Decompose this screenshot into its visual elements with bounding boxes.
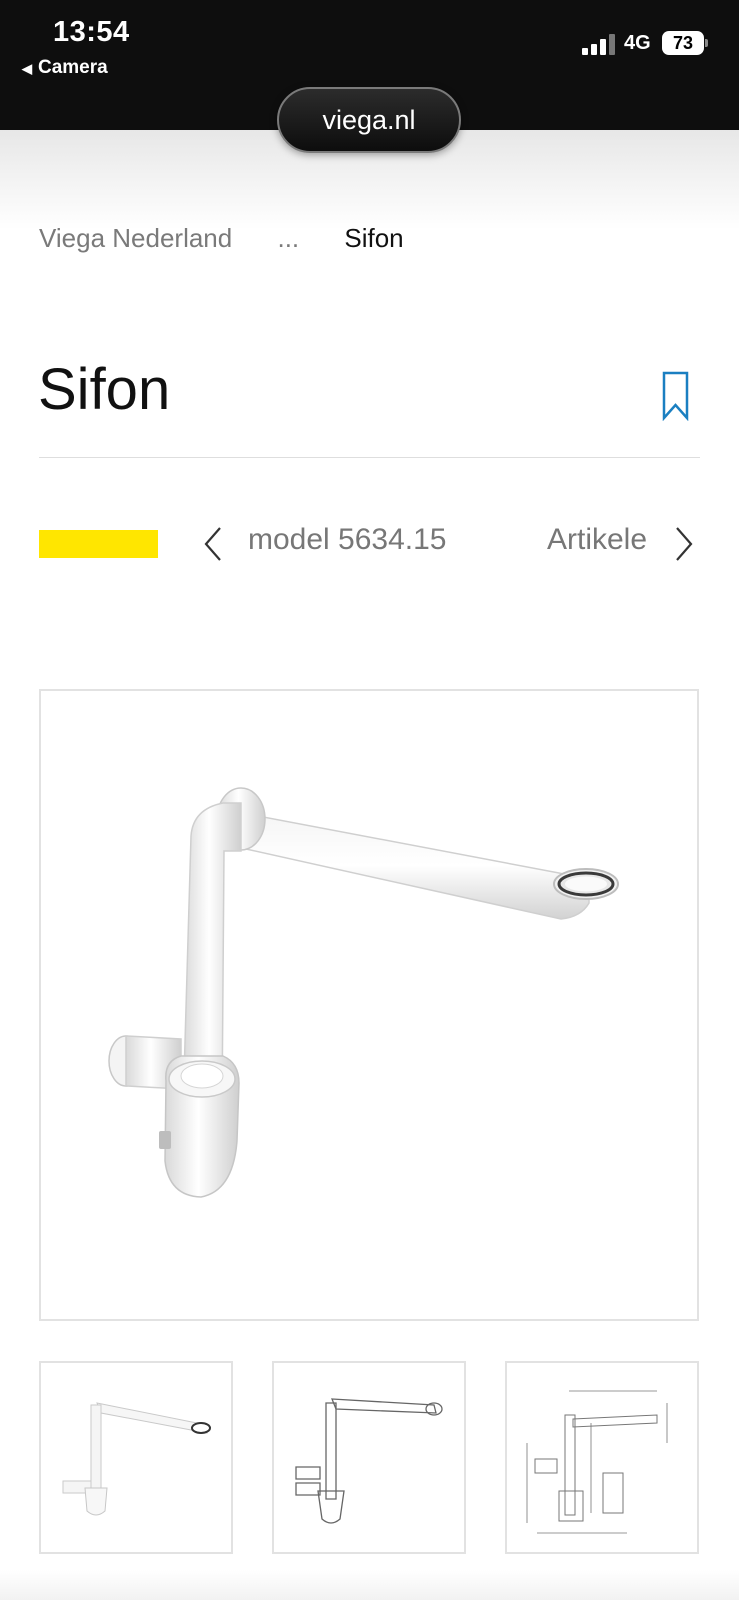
title-divider — [39, 457, 700, 458]
back-to-camera-link[interactable]: ◀ Camera — [22, 57, 108, 79]
battery-icon: 73 — [662, 31, 704, 55]
bottom-fade — [0, 1570, 739, 1600]
bookmark-icon[interactable] — [662, 371, 689, 421]
thumb-sketch-2 — [295, 1398, 443, 1524]
back-label: Camera — [38, 57, 108, 78]
page-title: Sifon — [38, 357, 171, 422]
battery-tip — [705, 39, 708, 47]
thumb-photo-1 — [62, 1402, 211, 1516]
product-image[interactable] — [39, 689, 699, 1321]
thumb-dimension-drawing — [526, 1390, 668, 1534]
accent-bar — [39, 530, 158, 558]
thumbnail-1[interactable] — [39, 1361, 233, 1554]
url-bar[interactable]: viega.nl — [277, 87, 461, 153]
breadcrumb: Viega Nederland ... Sifon — [39, 223, 404, 254]
breadcrumb-current: Sifon — [344, 223, 404, 253]
chevron-right-icon[interactable] — [674, 526, 694, 562]
thumbnail-2[interactable] — [272, 1361, 466, 1554]
breadcrumb-ellipsis[interactable]: ... — [277, 223, 299, 253]
breadcrumb-home-link[interactable]: Viega Nederland — [39, 223, 232, 253]
signal-bars-icon — [582, 33, 618, 55]
siphon-image — [108, 787, 619, 1198]
back-triangle-icon: ◀ — [22, 61, 32, 76]
tab-artikelen[interactable]: Artikele — [547, 523, 649, 557]
network-type: 4G — [624, 32, 651, 54]
tab-model[interactable]: model 5634.15 — [248, 523, 447, 557]
chevron-left-icon[interactable] — [203, 526, 223, 562]
status-time: 13:54 — [53, 16, 130, 48]
thumbnail-3[interactable] — [505, 1361, 699, 1554]
